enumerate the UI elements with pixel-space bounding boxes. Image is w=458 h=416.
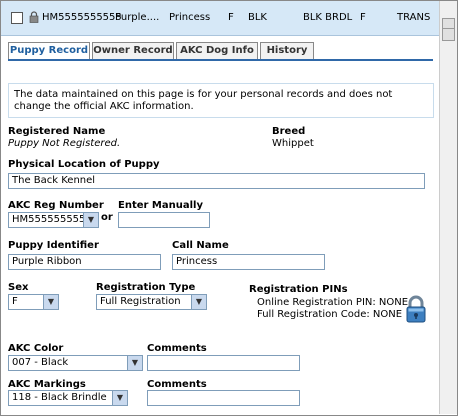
padlock-icon[interactable]	[405, 295, 427, 323]
chevron-down-icon: ▼	[127, 356, 142, 370]
breed-value: Whippet	[272, 138, 314, 149]
color-comments-label: Comments	[147, 343, 207, 354]
tab-owner-record[interactable]: Owner Record	[92, 42, 174, 60]
row-call-name: Princess	[169, 12, 211, 23]
info-notice: The data maintained on this page is for …	[8, 83, 434, 118]
puppy-identifier-input[interactable]: Purple Ribbon	[8, 254, 161, 270]
row-reg-type: TRANS	[397, 12, 431, 23]
sex-label: Sex	[8, 282, 29, 293]
registered-name-value: Puppy Not Registered.	[8, 138, 121, 149]
info-text: The data maintained on this page is for …	[14, 89, 393, 112]
row-sex2: F	[360, 12, 366, 23]
akc-color-value: 007 - Black	[12, 357, 69, 368]
akc-markings-value: 118 - Black Brindle	[12, 392, 107, 403]
physical-location-label: Physical Location of Puppy	[8, 159, 160, 170]
akc-color-select[interactable]: 007 - Black ▼	[8, 355, 143, 371]
tab-underline	[8, 59, 433, 61]
tab-akc-dog-info[interactable]: AKC Dog Info	[176, 42, 258, 60]
puppy-identifier-label: Puppy Identifier	[8, 240, 99, 251]
selected-puppy-row[interactable]: HM5555555555 Purple.... Princess F BLK B…	[1, 1, 439, 36]
online-registration-pin: Online Registration PIN: NONE	[257, 297, 409, 308]
enter-manually-label: Enter Manually	[118, 200, 203, 211]
chevron-down-icon: ▼	[191, 295, 206, 309]
scroll-down-button[interactable]	[442, 28, 455, 41]
vertical-scrollbar[interactable]	[439, 1, 457, 414]
markings-comments-input[interactable]	[147, 390, 300, 406]
row-sex: F	[228, 12, 234, 23]
akc-markings-select[interactable]: 118 - Black Brindle ▼	[8, 390, 128, 406]
full-registration-code: Full Registration Code: NONE	[257, 309, 403, 320]
akc-reg-number-label: AKC Reg Number	[8, 200, 104, 211]
tab-history[interactable]: History	[260, 42, 314, 60]
chevron-down-icon: ▼	[83, 213, 98, 227]
registration-type-label: Registration Type	[96, 282, 196, 293]
row-checkbox[interactable]	[11, 12, 23, 24]
registration-type-value: Full Registration	[100, 296, 181, 307]
registration-type-select[interactable]: Full Registration ▼	[96, 294, 207, 310]
row-reg-number: HM5555555555	[42, 12, 122, 23]
or-text: or	[101, 212, 113, 223]
row-color: BLK	[248, 12, 267, 23]
markings-comments-label: Comments	[147, 379, 207, 390]
sex-select[interactable]: F ▼	[8, 294, 59, 310]
physical-location-input[interactable]: The Back Kennel	[8, 173, 425, 189]
akc-markings-label: AKC Markings	[8, 379, 86, 390]
registration-pins-label: Registration PINs	[249, 284, 348, 295]
akc-reg-number-value: HM5555555555	[12, 214, 92, 225]
chevron-down-icon: ▼	[112, 391, 127, 405]
breed-label: Breed	[272, 126, 306, 137]
color-comments-input[interactable]	[147, 355, 300, 371]
akc-color-label: AKC Color	[8, 343, 64, 354]
call-name-label: Call Name	[172, 240, 229, 251]
row-name: Purple....	[115, 12, 160, 23]
chevron-down-icon: ▼	[43, 295, 58, 309]
akc-reg-number-select[interactable]: HM5555555555 ▼	[8, 212, 99, 228]
lock-icon	[29, 11, 39, 23]
row-markings: BLK BRDL	[303, 12, 353, 23]
enter-manually-input[interactable]	[118, 212, 210, 228]
sex-value: F	[12, 296, 18, 307]
registered-name-label: Registered Name	[8, 126, 106, 137]
call-name-input[interactable]: Princess	[172, 254, 325, 270]
tab-puppy-record[interactable]: Puppy Record	[8, 42, 90, 60]
